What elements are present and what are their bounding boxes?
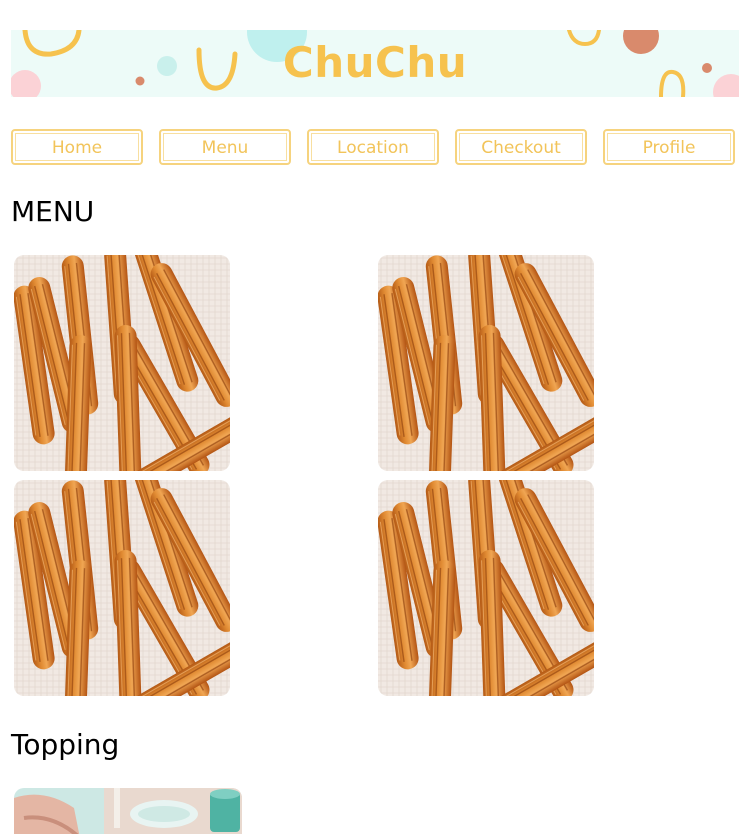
site-title: ChuChu: [282, 38, 468, 87]
nav-profile-button[interactable]: Profile: [603, 129, 735, 165]
main-nav: Home Menu Location Checkout Profile: [11, 129, 739, 168]
menu-item-card[interactable]: [14, 480, 230, 696]
nav-menu-button[interactable]: Menu: [159, 129, 291, 165]
nav-checkout-button[interactable]: Checkout: [455, 129, 587, 165]
churros-photo: [378, 255, 594, 471]
header-banner: ChuChu: [11, 30, 739, 97]
churros-photo: [378, 480, 594, 696]
topping-photo: [14, 788, 242, 834]
nav-location-button[interactable]: Location: [307, 129, 439, 165]
menu-heading: MENU: [11, 195, 95, 228]
topping-item-card[interactable]: [14, 788, 242, 834]
topping-heading: Topping: [11, 728, 120, 761]
nav-home-button[interactable]: Home: [11, 129, 143, 165]
churros-photo: [14, 480, 230, 696]
menu-item-card[interactable]: [378, 255, 594, 471]
page: ChuChu Home Menu Location Checkout Profi…: [0, 0, 745, 834]
menu-item-card[interactable]: [378, 480, 594, 696]
menu-item-card[interactable]: [14, 255, 230, 471]
churros-photo: [14, 255, 230, 471]
